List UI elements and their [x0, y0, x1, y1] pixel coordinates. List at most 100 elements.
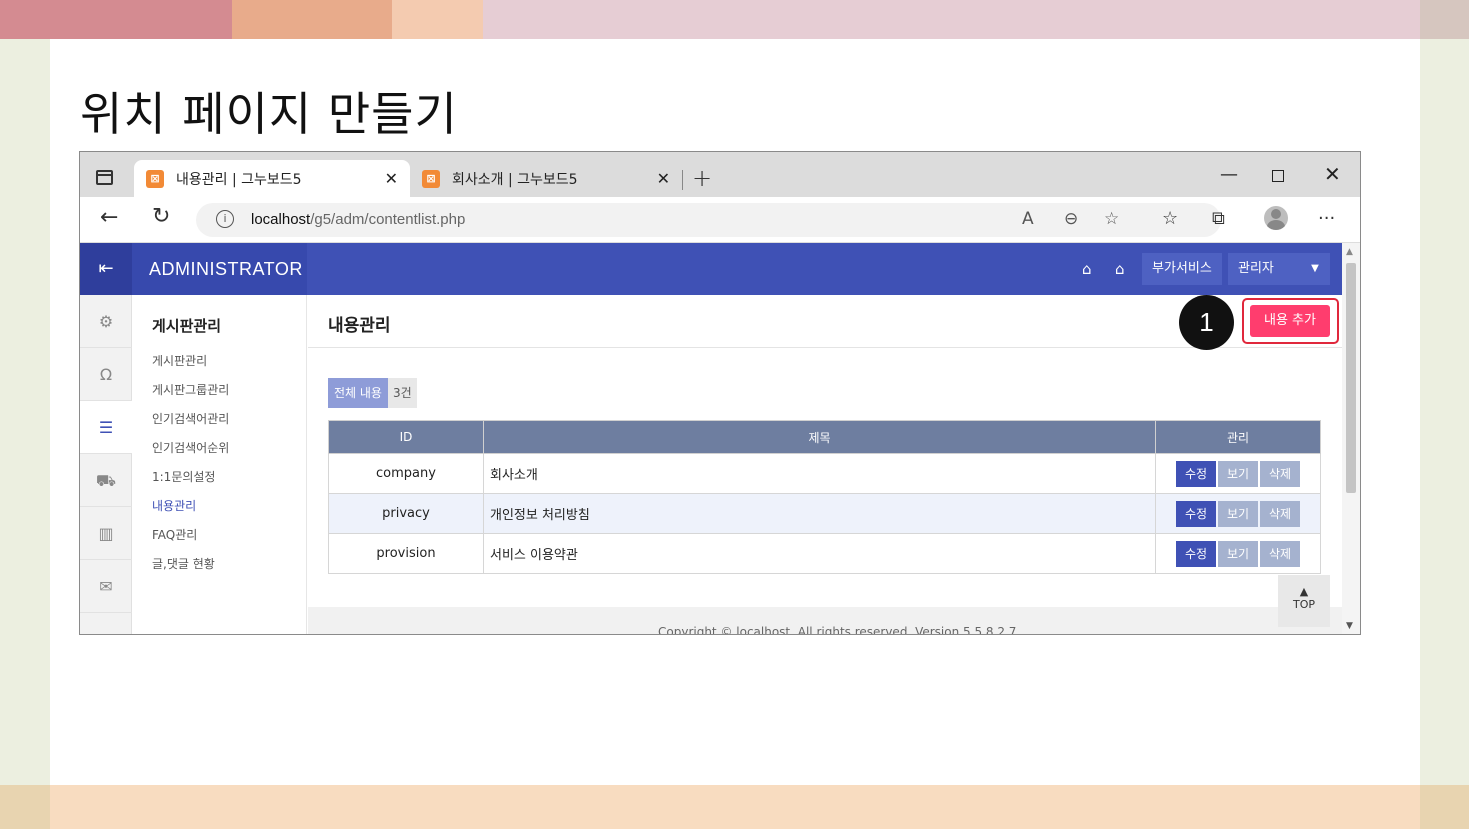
column-id: ID [328, 420, 484, 454]
browser-window: ⊠ 내용관리 | 그누보드5 ✕ ⊠ 회사소개 | 그누보드5 ✕ + — ✕ … [79, 151, 1361, 635]
count-value: 3건 [387, 378, 417, 408]
slide-top-dark-block [0, 0, 232, 39]
url-host: localhost [251, 211, 311, 228]
scrollbar[interactable]: ▲ ▼ [1342, 243, 1360, 634]
member-icon[interactable]: Ω [80, 348, 132, 401]
read-aloud-icon[interactable]: A [1022, 209, 1034, 229]
tab-content-manage[interactable]: ⊠ 내용관리 | 그누보드5 ✕ [134, 160, 410, 197]
tab-actions-icon[interactable] [96, 170, 113, 185]
tab-company-intro[interactable]: ⊠ 회사소개 | 그누보드5 ✕ [410, 160, 682, 197]
tab-divider [682, 170, 683, 190]
page-footer: Copyright © localhost. All rights reserv… [308, 607, 1342, 634]
caret-up-icon: ▲ [1299, 585, 1309, 598]
addon-service-button[interactable]: 부가서비스 [1142, 253, 1222, 285]
slide-corner-block [1420, 0, 1469, 39]
scrollbar-thumb[interactable] [1346, 263, 1356, 493]
page-title: 내용관리 [328, 316, 391, 336]
delete-button[interactable]: 삭제 [1260, 540, 1300, 567]
add-content-button[interactable]: 내용 추가 [1250, 305, 1330, 337]
reload-icon[interactable]: ↻ [152, 204, 170, 229]
menu-item-post-status[interactable]: 글,댓글 현황 [152, 555, 215, 572]
row-id: privacy [328, 493, 484, 534]
close-icon[interactable]: ✕ [385, 169, 398, 188]
column-subject: 제목 [483, 420, 1156, 454]
menu-item-content[interactable]: 내용관리 [152, 497, 196, 514]
profile-avatar[interactable] [1264, 206, 1288, 230]
row-actions: 수정 보기 삭제 [1155, 493, 1321, 534]
side-icon-bar: ⚙ Ω ☰ ⛟ ▥ ✉ [80, 295, 132, 634]
collections-icon[interactable]: ⧉ [1212, 208, 1225, 229]
minimize-icon[interactable]: — [1220, 164, 1238, 185]
edit-button[interactable]: 수정 [1176, 460, 1216, 487]
view-button[interactable]: 보기 [1218, 540, 1258, 567]
row-id: provision [328, 533, 484, 574]
scroll-top-button[interactable]: ▲ TOP [1278, 575, 1330, 627]
url-field[interactable]: i localhost/g5/adm/contentlist.php A ⊖ ☆ [196, 203, 1221, 237]
maximize-icon[interactable] [1272, 170, 1284, 182]
info-icon[interactable]: i [216, 210, 234, 228]
slide-bottom-right-block [1420, 785, 1469, 829]
xampp-icon: ⊠ [146, 169, 164, 188]
view-button[interactable]: 보기 [1218, 460, 1258, 487]
favorites-icon[interactable]: ☆ [1162, 208, 1178, 229]
edit-button[interactable]: 수정 [1176, 500, 1216, 527]
row-id: company [328, 453, 484, 494]
slide-left-margin [0, 39, 50, 829]
back-arrow-icon[interactable]: ← [100, 205, 118, 230]
add-favorite-icon[interactable]: ☆ [1104, 209, 1119, 229]
zoom-out-icon[interactable]: ⊖ [1064, 209, 1078, 229]
delete-button[interactable]: 삭제 [1260, 500, 1300, 527]
mail-icon[interactable]: ✉ [80, 560, 132, 613]
table-row: provision 서비스 이용약관 수정 보기 삭제 [328, 533, 1321, 574]
cart-icon[interactable]: ⛟ [80, 454, 132, 507]
chevron-down-icon[interactable]: ▼ [1300, 253, 1330, 285]
new-tab-icon[interactable]: + [692, 164, 712, 192]
table-row: company 회사소개 수정 보기 삭제 [328, 453, 1321, 494]
slide-right-margin [1420, 39, 1469, 829]
board-list-icon[interactable]: ☰ [80, 401, 132, 454]
admin-header: ⇤ ADMINISTRATOR ⌂ ⌂ 부가서비스 관리자 ▼ [80, 243, 1342, 295]
tab-bar: ⊠ 내용관리 | 그누보드5 ✕ ⊠ 회사소개 | 그누보드5 ✕ + — ✕ [80, 152, 1360, 197]
row-actions: 수정 보기 삭제 [1155, 533, 1321, 574]
step-badge: 1 [1179, 295, 1234, 350]
row-actions: 수정 보기 삭제 [1155, 453, 1321, 494]
slide-bottom-band [0, 785, 1469, 829]
stats-icon[interactable]: ▥ [80, 507, 132, 560]
more-options-icon[interactable]: ··· [1318, 208, 1335, 229]
admin-logo[interactable]: ADMINISTRATOR [132, 243, 307, 295]
slide-bottom-left-block [0, 785, 50, 829]
menu-item-keyword-rank[interactable]: 인기검색어순위 [152, 439, 229, 456]
row-subject: 서비스 이용약관 [483, 533, 1156, 574]
menu-item-popular-keyword[interactable]: 인기검색어관리 [152, 410, 229, 427]
top-label: TOP [1292, 598, 1315, 611]
menu-toggle-icon[interactable]: ⇤ [80, 243, 132, 295]
admin-button[interactable]: 관리자 [1228, 253, 1300, 285]
menu-item-board-group[interactable]: 게시판그룹관리 [152, 381, 229, 398]
content-table: ID 제목 관리 company 회사소개 수정 보기 삭제 privacy 개… [328, 420, 1321, 574]
url-text: localhost/g5/adm/contentlist.php [251, 211, 465, 228]
close-icon[interactable]: ✕ [657, 169, 670, 188]
menu-item-board[interactable]: 게시판관리 [152, 352, 207, 369]
menu-title: 게시판관리 [152, 317, 222, 335]
delete-button[interactable]: 삭제 [1260, 460, 1300, 487]
address-bar: ← ↻ i localhost/g5/adm/contentlist.php A… [80, 197, 1360, 243]
column-manage: 관리 [1155, 420, 1321, 454]
tab-title: 내용관리 | 그누보드5 [176, 171, 302, 188]
menu-item-qa-config[interactable]: 1:1문의설정 [152, 468, 215, 485]
table-row: privacy 개인정보 처리방침 수정 보기 삭제 [328, 493, 1321, 534]
shop-icon[interactable]: ⌂ [1082, 260, 1092, 278]
content-area: 내용관리 1 내용 추가 전체 내용 3건 ID 제목 관리 company 회… [308, 295, 1342, 634]
scroll-down-icon[interactable]: ▼ [1346, 621, 1353, 631]
view-button[interactable]: 보기 [1218, 500, 1258, 527]
row-subject: 개인정보 처리방침 [483, 493, 1156, 534]
scroll-up-icon[interactable]: ▲ [1346, 247, 1353, 257]
table-header-row: ID 제목 관리 [328, 420, 1321, 454]
home-icon[interactable]: ⌂ [1115, 260, 1125, 278]
settings-icon[interactable]: ⚙ [80, 295, 132, 348]
edit-button[interactable]: 수정 [1176, 540, 1216, 567]
heading-divider [308, 347, 1342, 348]
url-path: /g5/adm/contentlist.php [310, 211, 466, 228]
slide-canvas-top [392, 39, 1420, 67]
window-close-icon[interactable]: ✕ [1324, 162, 1341, 186]
menu-item-faq[interactable]: FAQ관리 [152, 526, 197, 543]
